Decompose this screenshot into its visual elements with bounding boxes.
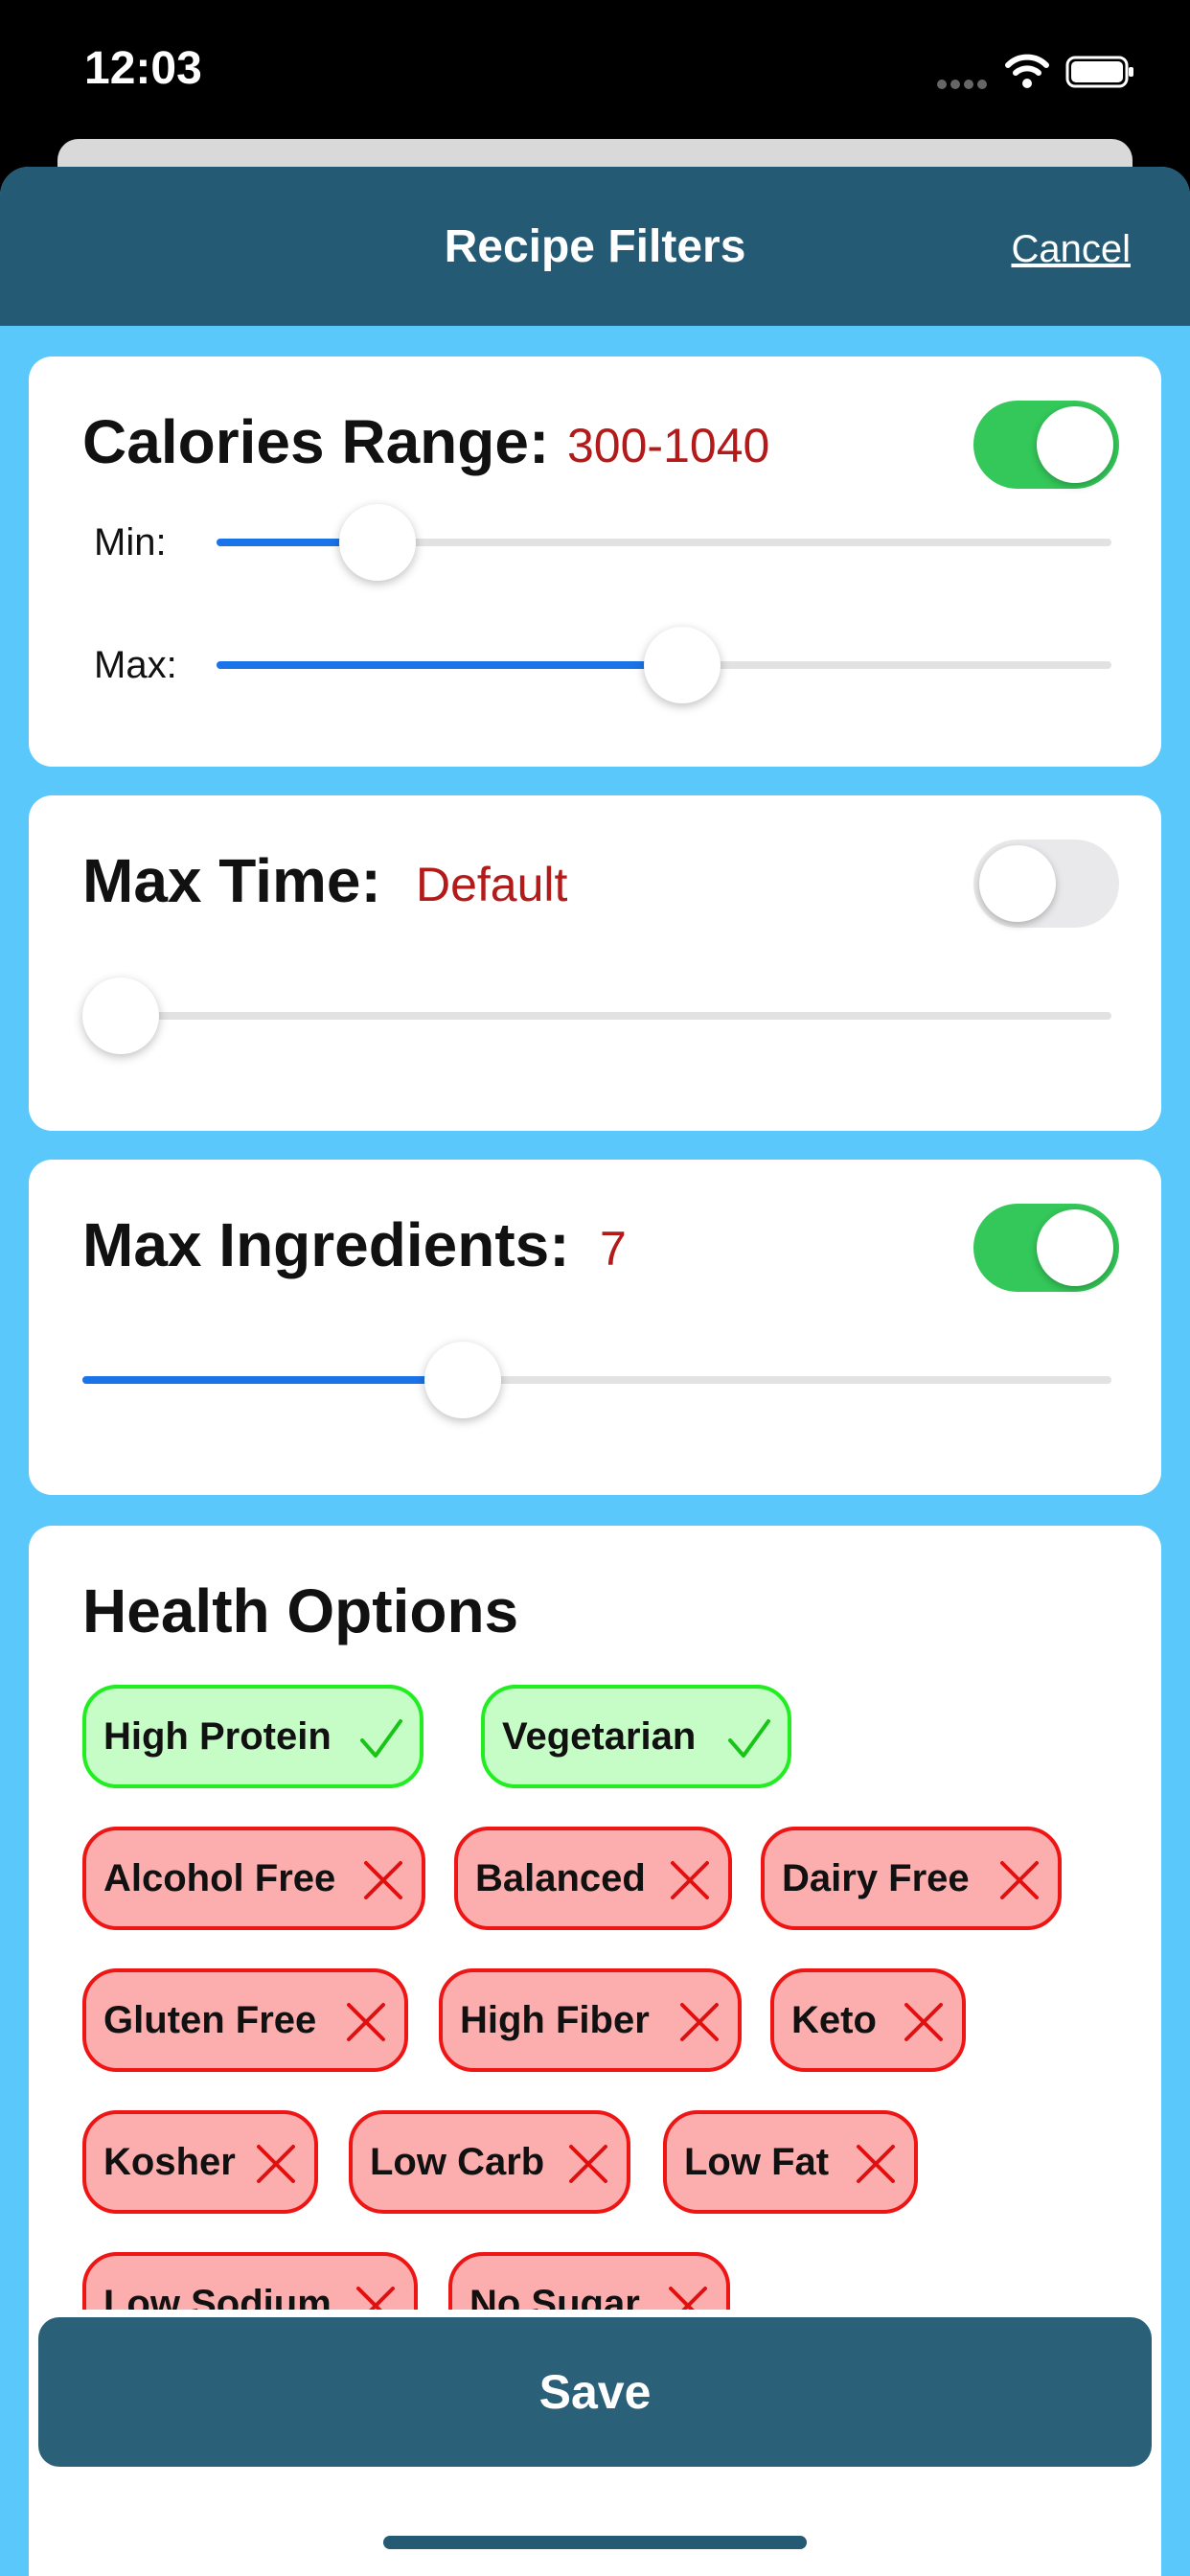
slider-thumb[interactable] [643, 627, 721, 703]
filters-sheet: Recipe Filters Cancel Calories Range: 30… [0, 167, 1190, 2576]
health-chip[interactable]: Keto [770, 1968, 966, 2072]
slider-thumb[interactable] [339, 504, 417, 581]
calories-value: 300-1040 [567, 419, 770, 472]
close-icon [857, 2145, 895, 2183]
health-chip[interactable]: Alcohol Free [82, 1827, 425, 1930]
max-ingredients-title: Max Ingredients: [82, 1210, 570, 1279]
calories-card: Calories Range: 300-1040 Min: Max: [29, 356, 1161, 767]
health-chip[interactable]: High Protein [82, 1685, 423, 1788]
close-icon [1000, 1861, 1039, 1899]
health-chip[interactable]: Vegetarian [481, 1685, 791, 1788]
slider-thumb[interactable] [82, 978, 159, 1054]
status-bar: 12:03 [0, 0, 1190, 144]
health-chip-label: Gluten Free [103, 1998, 317, 2041]
cancel-button[interactable]: Cancel [1011, 228, 1131, 271]
close-icon [364, 1861, 402, 1899]
calories-max-slider[interactable] [217, 627, 1111, 703]
health-chip-label: Keto [791, 1998, 877, 2041]
health-chip-label: Balanced [475, 1856, 646, 1899]
max-time-title: Max Time: [82, 846, 381, 915]
toggle-knob [1037, 1209, 1113, 1286]
toggle-knob [979, 845, 1056, 922]
toggle-knob [1037, 406, 1113, 483]
max-ingredients-card: Max Ingredients: 7 [29, 1160, 1161, 1495]
close-icon [671, 1861, 709, 1899]
max-label: Max: [94, 644, 177, 686]
cellular-signal-icon [937, 77, 991, 89]
status-time: 12:03 [84, 43, 202, 94]
home-indicator [383, 2536, 807, 2549]
save-button-frame: Save [31, 2310, 1159, 2474]
health-chip[interactable]: Gluten Free [82, 1968, 408, 2072]
close-icon [569, 2145, 607, 2183]
health-chip-label: Vegetarian [502, 1714, 697, 1758]
health-chip[interactable]: Low Carb [349, 2110, 630, 2214]
checkmark-icon [728, 1719, 770, 1758]
max-ingredients-toggle[interactable] [973, 1204, 1119, 1292]
health-chip[interactable]: Low Fat [663, 2110, 918, 2214]
health-chip[interactable]: Dairy Free [761, 1827, 1062, 1930]
slider-thumb[interactable] [424, 1342, 502, 1418]
health-options-title: Health Options [82, 1576, 519, 1645]
wifi-icon [1005, 54, 1049, 88]
health-chip-label: Kosher [103, 2140, 236, 2183]
max-time-slider[interactable] [82, 978, 1111, 1054]
health-chip-label: High Fiber [460, 1998, 650, 2041]
slider-fill [217, 661, 682, 669]
min-label: Min: [94, 521, 167, 564]
health-chip[interactable]: Kosher [82, 2110, 318, 2214]
max-ingredients-value: 7 [600, 1222, 627, 1276]
max-ingredients-slider[interactable] [82, 1342, 1111, 1418]
health-chip-label: High Protein [103, 1714, 332, 1758]
health-chip-label: Low Fat [684, 2140, 830, 2183]
save-button[interactable]: Save [38, 2317, 1152, 2467]
close-icon [257, 2145, 295, 2183]
checkmark-icon [360, 1719, 402, 1758]
navigation-bar: Recipe Filters Cancel [0, 167, 1190, 326]
max-time-toggle[interactable] [973, 840, 1119, 928]
slider-fill [82, 1376, 464, 1384]
close-icon [347, 2003, 385, 2041]
health-chip[interactable]: Balanced [454, 1827, 732, 1930]
calories-title: Calories Range: [82, 407, 550, 476]
health-chip-label: Alcohol Free [103, 1856, 336, 1899]
battery-icon [1065, 56, 1133, 88]
health-chip-label: Dairy Free [782, 1856, 970, 1899]
health-chip[interactable]: High Fiber [439, 1968, 742, 2072]
close-icon [680, 2003, 719, 2041]
health-chip-label: Low Carb [370, 2140, 545, 2183]
close-icon [904, 2003, 943, 2041]
calories-toggle[interactable] [973, 401, 1119, 489]
max-time-value: Default [416, 858, 568, 911]
max-time-card: Max Time: Default [29, 795, 1161, 1131]
calories-min-slider[interactable] [217, 504, 1111, 581]
